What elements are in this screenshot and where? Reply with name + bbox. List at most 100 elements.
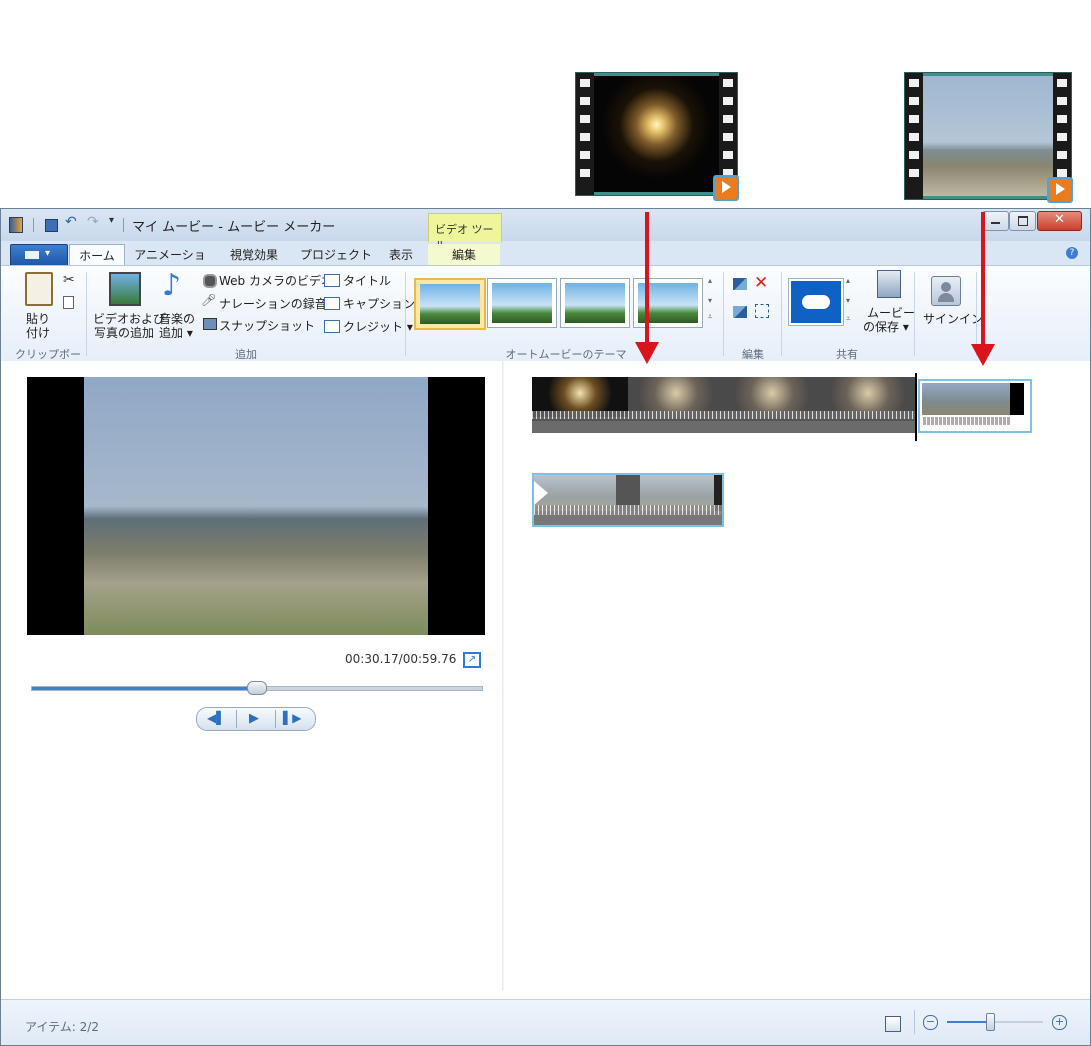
- paste-button-label-2[interactable]: 付け: [26, 324, 50, 341]
- separator-icon: [33, 218, 34, 232]
- share-scroll-up-icon[interactable]: ▴: [846, 276, 850, 285]
- microphone-icon: 🎤︎: [201, 293, 217, 307]
- playhead[interactable]: [915, 373, 917, 441]
- window-title: マイ ムービー - ムービー メーカー: [132, 220, 336, 235]
- storyboard-clip-beach-selected[interactable]: [918, 379, 1032, 433]
- thumbnail-size-icon[interactable]: [885, 1016, 901, 1032]
- paste-icon[interactable]: [25, 272, 53, 306]
- annotation-arrow-right: [981, 212, 985, 346]
- clip-end-marker-icon: [1010, 383, 1024, 415]
- beach-video-thumbnail: [904, 72, 1073, 203]
- play-badge-icon: [1047, 177, 1073, 203]
- save-movie-icon[interactable]: [877, 270, 901, 298]
- seek-thumb[interactable]: [247, 681, 267, 695]
- cut-icon[interactable]: ✂: [63, 272, 75, 288]
- separator-icon: [123, 218, 124, 232]
- annotation-arrow-left: [645, 212, 649, 344]
- share-scroll-down-icon[interactable]: ▾: [846, 296, 850, 305]
- close-icon: ✕: [1054, 212, 1065, 227]
- maximize-button[interactable]: [1009, 211, 1036, 231]
- delete-icon[interactable]: ✕: [754, 273, 768, 293]
- add-group-label: 追加: [235, 348, 257, 361]
- film-strip-left: [576, 73, 594, 195]
- snapshot-button[interactable]: スナップショット: [219, 317, 315, 334]
- fullscreen-icon[interactable]: ↗: [463, 652, 481, 668]
- add-videos-photos-label-2[interactable]: 写真の追加: [94, 324, 154, 341]
- movie-maker-window: ↶ ↷ ▾ マイ ムービー - ムービー メーカー ビデオ ツール ✕ ▾ ホー…: [0, 208, 1091, 1046]
- app-icon: [9, 217, 23, 233]
- audio-waveform: [532, 411, 916, 419]
- theme-thumbnail-1[interactable]: [414, 278, 486, 330]
- close-button[interactable]: ✕: [1037, 211, 1082, 231]
- clip-start-marker-icon: [534, 481, 548, 505]
- tab-view[interactable]: 表示: [381, 244, 421, 266]
- rotate-left-icon[interactable]: [733, 278, 747, 290]
- file-menu-button[interactable]: ▾: [10, 244, 68, 266]
- play-button[interactable]: ▶: [249, 711, 259, 726]
- zoom-slider-thumb[interactable]: [986, 1013, 996, 1031]
- share-more-icon[interactable]: ⩡: [846, 314, 851, 324]
- annotation-arrowhead-right: [971, 344, 995, 366]
- minimize-button[interactable]: [982, 211, 1009, 231]
- theme-thumbnail-2[interactable]: [487, 278, 557, 328]
- pane-splitter[interactable]: [502, 361, 504, 991]
- context-tab-header: ビデオ ツール: [428, 213, 502, 252]
- tab-project[interactable]: プロジェクト: [299, 244, 373, 266]
- sign-in-button[interactable]: サインイン: [923, 310, 983, 327]
- save-movie-label-2[interactable]: の保存 ▾: [863, 318, 909, 335]
- theme-scroll-up-icon[interactable]: ▴: [705, 276, 715, 296]
- add-videos-photos-icon[interactable]: [109, 272, 141, 306]
- seek-bar-fill: [32, 687, 257, 690]
- music-note-icon[interactable]: ♪: [162, 268, 181, 303]
- save-icon[interactable]: [45, 219, 58, 232]
- status-bar: アイテム: 2/2 − +: [1, 999, 1090, 1045]
- theme-more-icon[interactable]: ⩡: [705, 312, 715, 326]
- play-badge-icon: [713, 175, 739, 201]
- customize-toolbar-icon[interactable]: ▾: [109, 215, 114, 226]
- undo-icon[interactable]: ↶: [65, 214, 77, 230]
- previous-frame-button[interactable]: ◀▌: [207, 711, 225, 725]
- video-preview: [27, 377, 485, 635]
- zoom-out-icon[interactable]: −: [923, 1015, 938, 1030]
- tab-edit[interactable]: 編集: [428, 244, 500, 266]
- edit-group-label: 編集: [742, 348, 764, 361]
- ribbon: 貼り 付け ✂ クリップボード ビデオおよび 写真の追加 ♪ 音楽の 追加 ▾ …: [1, 265, 1090, 377]
- help-icon[interactable]: ?: [1066, 247, 1078, 259]
- credits-button[interactable]: クレジット ▾: [343, 318, 413, 335]
- zoom-in-icon[interactable]: +: [1052, 1015, 1067, 1030]
- playback-time: 00:30.17/00:59.76: [345, 652, 457, 666]
- ribbon-tab-row: ▾ ホーム アニメーション 視覚効果 プロジェクト 表示 編集 ?: [1, 241, 1090, 279]
- item-count: アイテム: 2/2: [25, 1020, 99, 1034]
- annotation-arrowhead-left: [635, 342, 659, 364]
- storyboard-clip-fireworks[interactable]: [532, 377, 916, 433]
- user-avatar-icon[interactable]: [931, 276, 961, 306]
- credits-icon: [324, 320, 340, 333]
- file-menu-icon: [25, 251, 39, 259]
- record-narration-button[interactable]: ナレーションの録音 ▾: [219, 295, 337, 312]
- webcam-video-button[interactable]: Web カメラのビデオ: [219, 272, 333, 289]
- snapshot-icon: [203, 318, 217, 330]
- automovie-theme-group-label: オートムービーのテーマ: [505, 348, 627, 361]
- theme-scroll-down-icon[interactable]: ▾: [705, 296, 715, 310]
- select-all-icon[interactable]: [755, 304, 769, 318]
- title-icon: [324, 274, 340, 287]
- title-bar: ↶ ↷ ▾ マイ ムービー - ムービー メーカー ビデオ ツール ✕: [1, 209, 1090, 252]
- next-frame-button[interactable]: ▌▶: [283, 711, 301, 725]
- share-group-label: 共有: [836, 348, 858, 361]
- fireworks-video-thumbnail: [575, 72, 739, 201]
- storyboard-clip-beach[interactable]: [532, 473, 724, 527]
- rotate-right-icon[interactable]: [733, 306, 747, 318]
- title-button[interactable]: タイトル: [343, 272, 391, 289]
- main-content: 00:30.17/00:59.76 ↗ ◀▌ ▶ ▌▶: [1, 361, 1090, 999]
- theme-thumbnail-3[interactable]: [560, 278, 630, 328]
- tab-animation[interactable]: アニメーション: [133, 244, 207, 279]
- webcam-icon: [203, 274, 217, 288]
- tab-visual-effects[interactable]: 視覚効果: [221, 244, 287, 266]
- zoom-slider-fill: [947, 1021, 991, 1023]
- redo-icon[interactable]: ↷: [87, 214, 99, 230]
- add-music-label-2[interactable]: 追加 ▾: [159, 324, 193, 341]
- theme-thumbnail-4[interactable]: [633, 278, 703, 328]
- copy-icon[interactable]: [63, 296, 74, 309]
- onedrive-icon[interactable]: [788, 278, 844, 326]
- caption-icon: [324, 297, 340, 310]
